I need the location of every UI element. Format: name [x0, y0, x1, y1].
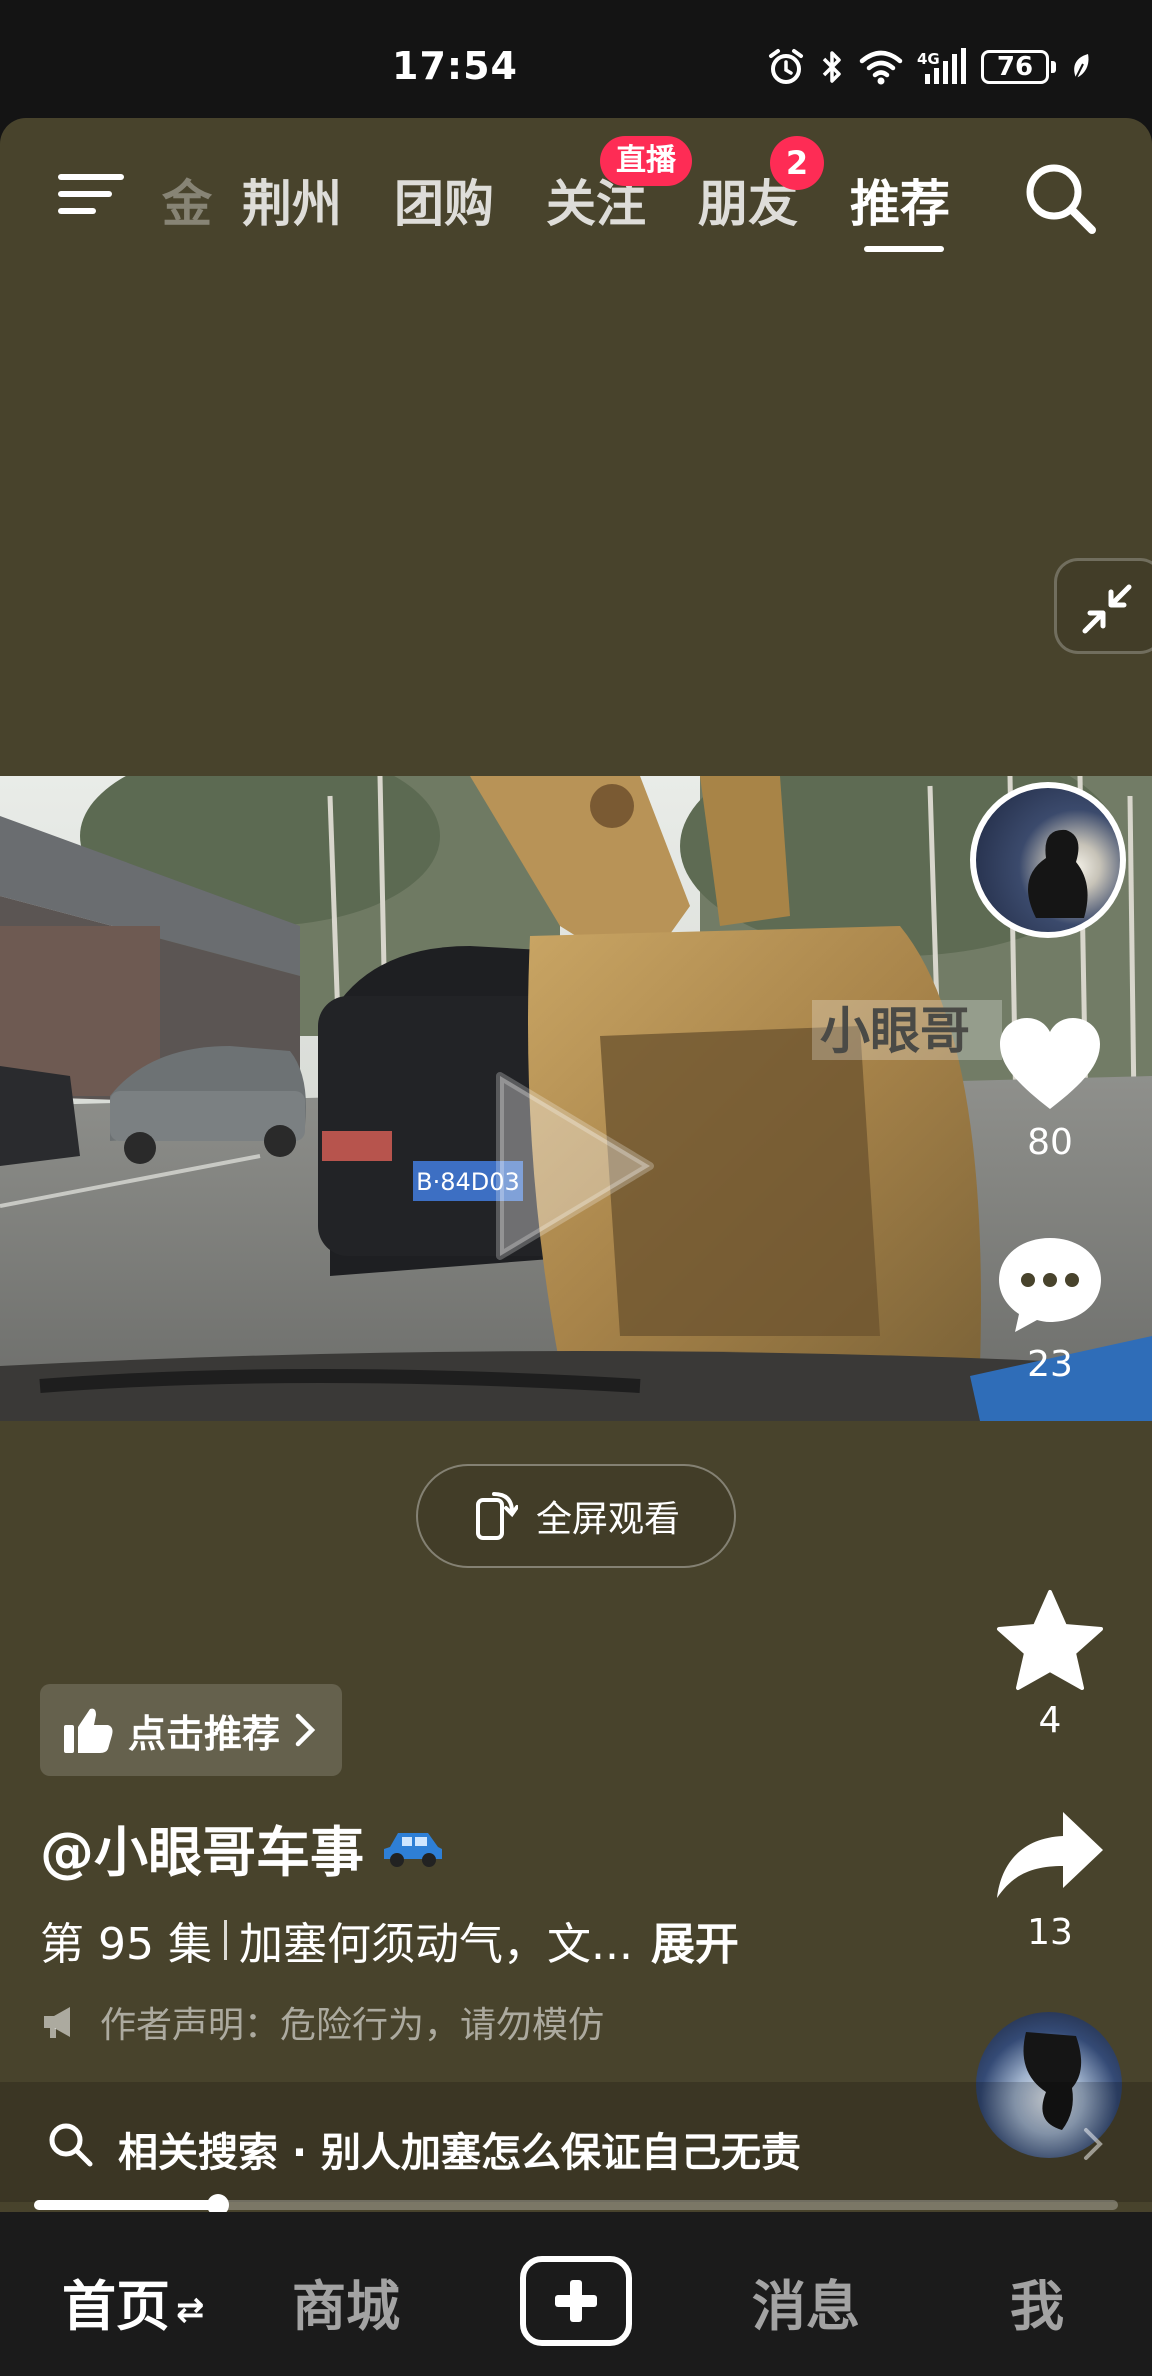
- play-icon[interactable]: [490, 1066, 660, 1266]
- status-icons: 4G 76: [767, 46, 1092, 88]
- megaphone-icon: [44, 2007, 70, 2038]
- car-emoji-icon: [384, 1832, 442, 1867]
- tab-recommend[interactable]: 推荐: [850, 164, 950, 236]
- author-avatar[interactable]: [970, 782, 1126, 938]
- share-icon: [997, 1812, 1103, 1898]
- rotate-screen-icon: [475, 1492, 518, 1540]
- progress-knob[interactable]: [207, 2194, 230, 2212]
- nav-messages[interactable]: 消息: [752, 2262, 860, 2341]
- recommend-button[interactable]: 点击推荐: [40, 1684, 343, 1776]
- comment-button[interactable]: 23: [976, 1232, 1124, 1385]
- fullscreen-button[interactable]: 全屏观看: [416, 1464, 736, 1568]
- related-search-bar[interactable]: 相关搜索 · 别人加塞怎么保证自己无责: [0, 2082, 1152, 2202]
- chevron-right-icon: [1084, 2128, 1103, 2160]
- top-nav: 金 荆州 团购 关注 直播 朋友 2 推荐: [0, 118, 1152, 268]
- bottom-nav: 首页 ⇄ 商城 消息 我: [0, 2212, 1152, 2376]
- shrink-icon: [1082, 584, 1132, 634]
- wifi-icon: [859, 50, 903, 85]
- menu-icon[interactable]: [58, 166, 124, 220]
- nav-me[interactable]: 我: [1010, 2262, 1064, 2341]
- tab-group-buy[interactable]: 团购: [394, 164, 494, 236]
- video-description[interactable]: 第 95 集 加塞何须动气，文... 展开: [40, 1908, 739, 1972]
- alarm-icon: [769, 49, 803, 84]
- expand-button[interactable]: 展开: [651, 1908, 739, 1972]
- search-icon[interactable]: [1020, 158, 1100, 238]
- shrink-button[interactable]: [1054, 558, 1152, 654]
- status-bar: 17:54 4G 76: [0, 0, 1152, 118]
- status-time: 17:54: [392, 44, 518, 88]
- comment-icon: [999, 1238, 1101, 1332]
- share-button[interactable]: 13: [976, 1808, 1124, 1953]
- share-count: 13: [1027, 1912, 1073, 1953]
- favorite-button[interactable]: 4: [976, 1588, 1124, 1741]
- related-search-text: 相关搜索 · 别人加塞怎么保证自己无责: [118, 2130, 802, 2176]
- description-text: 加塞何须动气，文...: [238, 1919, 633, 1970]
- tab-jingzhou[interactable]: 荆州: [242, 164, 342, 236]
- episode-label: 第 95 集: [40, 1919, 212, 1970]
- search-icon-small: [49, 2123, 93, 2167]
- active-tab-indicator: [864, 246, 944, 252]
- favorite-count: 4: [1038, 1700, 1062, 1741]
- friends-badge: 2: [770, 136, 824, 190]
- battery-icon: 76: [981, 50, 1056, 84]
- author-name[interactable]: @小眼哥车事: [40, 1808, 446, 1887]
- nav-home[interactable]: 首页 ⇄: [62, 2262, 205, 2341]
- thumbs-up-icon: [64, 1708, 113, 1753]
- leaf-icon: [1074, 54, 1089, 79]
- battery-level: 76: [981, 50, 1049, 84]
- comment-count: 23: [1027, 1344, 1073, 1385]
- progress-fill: [34, 2200, 219, 2210]
- chevron-right-icon: [295, 1713, 316, 1747]
- like-button[interactable]: 80: [976, 1014, 1124, 1163]
- swap-icon: ⇄: [176, 2290, 205, 2331]
- svg-text:4G: 4G: [917, 50, 940, 68]
- video-player[interactable]: 金 荆州 团购 关注 直播 朋友 2 推荐 B·84D03 小眼哥 80 23 …: [0, 118, 1152, 2212]
- progress-bar[interactable]: [34, 2194, 1118, 2212]
- author-disclaimer: 作者声明：危险行为，请勿模仿: [40, 1996, 604, 2048]
- nav-mall[interactable]: 商城: [292, 2262, 400, 2341]
- bluetooth-icon: [822, 51, 841, 83]
- heart-icon: [1000, 1018, 1100, 1109]
- add-button[interactable]: [520, 2256, 632, 2346]
- star-icon: [997, 1590, 1103, 1690]
- signal-icon: 4G: [917, 48, 966, 84]
- tab-partial[interactable]: 金: [162, 164, 212, 236]
- like-count: 80: [1027, 1122, 1073, 1163]
- live-badge: 直播: [600, 136, 692, 186]
- fullscreen-label: 全屏观看: [535, 1499, 680, 1540]
- video-watermark: 小眼哥: [820, 1002, 970, 1060]
- recommend-label: 点击推荐: [128, 1711, 281, 1756]
